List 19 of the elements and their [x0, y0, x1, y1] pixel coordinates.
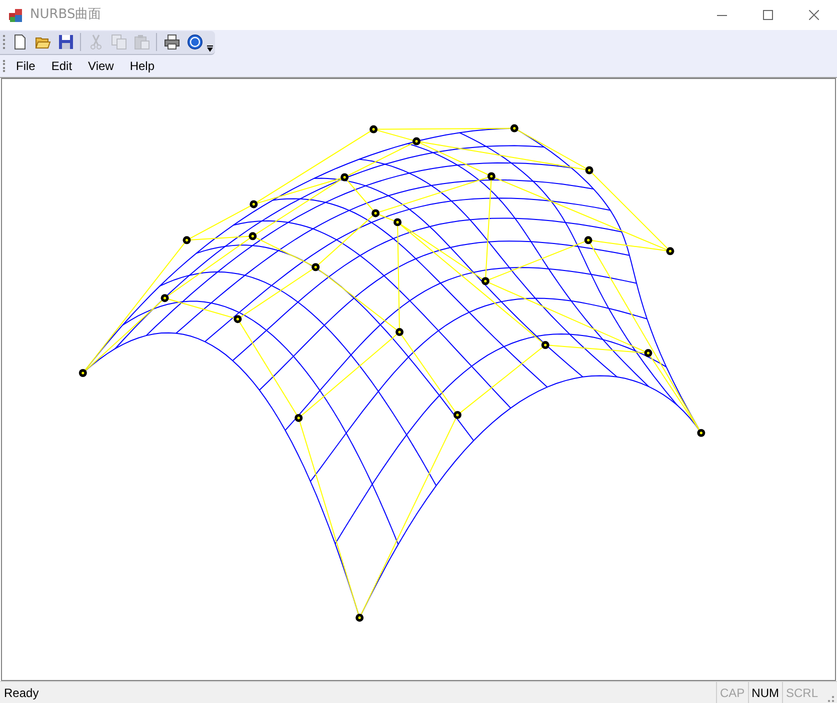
status-indicator: CAP — [716, 682, 748, 703]
page-icon — [12, 34, 28, 50]
status-message: Ready — [4, 684, 40, 702]
overflow-icon[interactable] — [207, 44, 213, 52]
help-icon — [186, 34, 202, 50]
app-icon — [8, 7, 24, 23]
copy-icon — [110, 34, 126, 50]
scissors-icon — [88, 34, 104, 50]
maximize-icon — [763, 10, 773, 20]
close-icon — [809, 10, 819, 20]
printer-icon — [164, 34, 180, 50]
status-indicator: SCRL — [782, 682, 821, 703]
menu-item[interactable]: Help — [122, 57, 163, 75]
status-indicator: NUM — [748, 682, 782, 703]
menu-item[interactable]: Edit — [43, 57, 80, 75]
menu-item[interactable]: View — [80, 57, 122, 75]
clipboard-icon — [134, 34, 150, 50]
menu-item[interactable]: File — [8, 57, 44, 75]
window-title: NURBS曲面 — [30, 6, 102, 24]
